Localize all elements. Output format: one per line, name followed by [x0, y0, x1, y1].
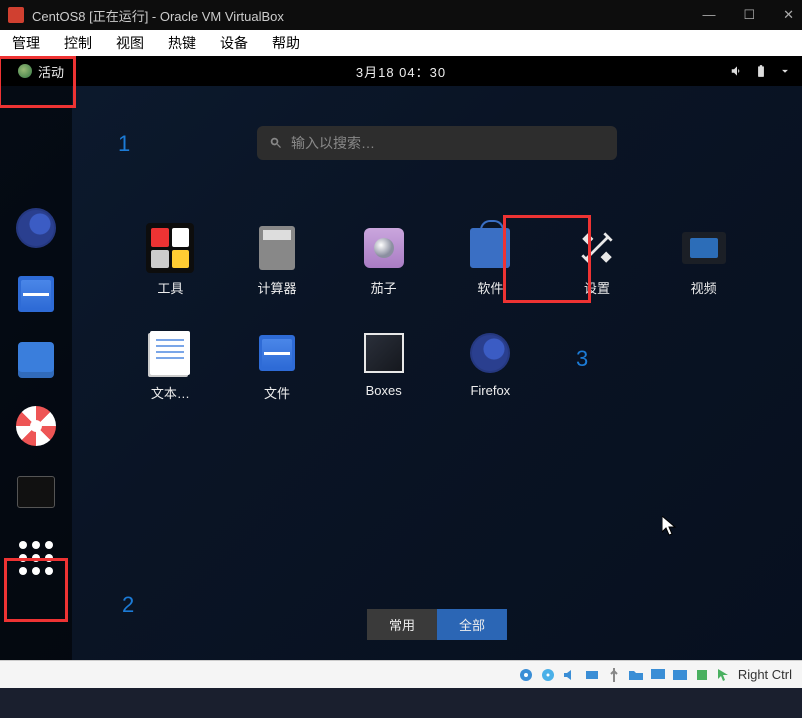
- files-icon: [18, 276, 54, 312]
- tools-icon: [146, 223, 194, 273]
- annotation-number-1: 1: [118, 131, 130, 157]
- dash-show-apps[interactable]: [14, 536, 58, 580]
- close-button[interactable]: ✕: [783, 7, 794, 23]
- app-label: 工具: [157, 278, 183, 297]
- audio-icon[interactable]: [562, 667, 578, 683]
- network-icon[interactable]: [584, 667, 600, 683]
- app-videos[interactable]: 视频: [655, 220, 752, 301]
- firefox-icon: [470, 333, 510, 373]
- settings-icon: [573, 224, 621, 272]
- frequent-button[interactable]: 常用: [367, 609, 437, 640]
- all-button[interactable]: 全部: [437, 609, 507, 640]
- app-text-editor[interactable]: 文本…: [122, 325, 219, 406]
- maximize-button[interactable]: ☐: [743, 7, 755, 23]
- display-icon[interactable]: [650, 667, 666, 683]
- dash-files[interactable]: [14, 272, 58, 316]
- app-boxes[interactable]: Boxes: [335, 325, 432, 406]
- dash-terminal[interactable]: [14, 470, 58, 514]
- minimize-button[interactable]: —: [702, 7, 715, 23]
- distro-logo-icon: [18, 64, 32, 78]
- software-icon: [18, 342, 54, 378]
- app-label: Boxes: [366, 383, 402, 398]
- menu-help[interactable]: 帮助: [272, 33, 300, 53]
- dash-firefox[interactable]: [14, 206, 58, 250]
- app-label: 软件: [477, 278, 503, 297]
- app-files[interactable]: 文件: [229, 325, 326, 406]
- gnome-top-bar: 活动 3月18 04：30: [0, 56, 802, 86]
- app-firefox[interactable]: Firefox: [442, 325, 539, 406]
- app-label: Firefox: [470, 383, 510, 398]
- cursor-icon: [662, 516, 678, 536]
- vbox-status-bar: Right Ctrl: [0, 660, 802, 688]
- menu-manage[interactable]: 管理: [12, 33, 40, 53]
- app-software[interactable]: 软件: [442, 220, 539, 301]
- boxes-icon: [364, 333, 404, 373]
- dash: [0, 86, 72, 660]
- mouse-integration-icon[interactable]: [716, 667, 732, 683]
- host-key-label: Right Ctrl: [738, 667, 792, 682]
- recording-icon[interactable]: [672, 667, 688, 683]
- app-label: 茄子: [371, 278, 397, 297]
- usb-icon[interactable]: [606, 667, 622, 683]
- clock[interactable]: 3月18 04：30: [356, 62, 446, 81]
- search-icon: [269, 136, 283, 150]
- app-label: 设置: [584, 278, 610, 297]
- app-cheese[interactable]: 茄子: [335, 220, 432, 301]
- window-title: CentOS8 [正在运行] - Oracle VM VirtualBox: [32, 6, 284, 25]
- text-editor-icon: [150, 331, 190, 375]
- menu-machine[interactable]: 控制: [64, 33, 92, 53]
- app-calculator[interactable]: 计算器: [229, 220, 326, 301]
- app-grid: 工具 计算器 茄子 软件 设置 视频: [122, 220, 752, 406]
- menu-input[interactable]: 热键: [168, 33, 196, 53]
- terminal-icon: [17, 476, 55, 508]
- shared-folders-icon[interactable]: [628, 667, 644, 683]
- gnome-overview: 输入以搜索… 工具 计算器 茄子 软件: [0, 86, 802, 660]
- optical-icon[interactable]: [540, 667, 556, 683]
- activities-label: 活动: [38, 62, 64, 81]
- app-label: 文件: [264, 383, 290, 402]
- volume-icon[interactable]: [730, 64, 744, 78]
- search-input[interactable]: 输入以搜索…: [257, 126, 617, 160]
- calculator-icon: [259, 226, 295, 270]
- vbox-title-bar: CentOS8 [正在运行] - Oracle VM VirtualBox — …: [0, 0, 802, 30]
- activities-button[interactable]: 活动: [10, 60, 72, 83]
- app-label: 文本…: [151, 383, 190, 402]
- videos-icon: [682, 232, 726, 264]
- files-icon: [259, 335, 295, 371]
- battery-icon[interactable]: [754, 64, 768, 78]
- app-tools[interactable]: 工具: [122, 220, 219, 301]
- annotation-number-3: 3: [576, 346, 588, 372]
- cpu-icon[interactable]: [694, 667, 710, 683]
- search-placeholder: 输入以搜索…: [291, 133, 375, 153]
- dash-software[interactable]: [14, 338, 58, 382]
- app-label: 计算器: [257, 278, 296, 297]
- app-label: 视频: [691, 278, 717, 297]
- firefox-icon: [16, 208, 56, 248]
- cheese-icon: [364, 228, 404, 268]
- software-bag-icon: [470, 228, 510, 268]
- help-icon: [16, 406, 56, 446]
- dash-help[interactable]: [14, 404, 58, 448]
- vbox-menu-bar: 管理 控制 视图 热键 设备 帮助: [0, 30, 802, 56]
- virtualbox-icon: [8, 7, 24, 23]
- view-toggle: 常用 全部: [367, 609, 507, 640]
- annotation-number-2: 2: [122, 592, 134, 618]
- menu-devices[interactable]: 设备: [220, 33, 248, 53]
- chevron-down-icon[interactable]: [778, 64, 792, 78]
- harddisk-icon[interactable]: [518, 667, 534, 683]
- apps-grid-icon: [17, 539, 55, 577]
- app-settings[interactable]: 设置: [549, 220, 646, 301]
- menu-view[interactable]: 视图: [116, 33, 144, 53]
